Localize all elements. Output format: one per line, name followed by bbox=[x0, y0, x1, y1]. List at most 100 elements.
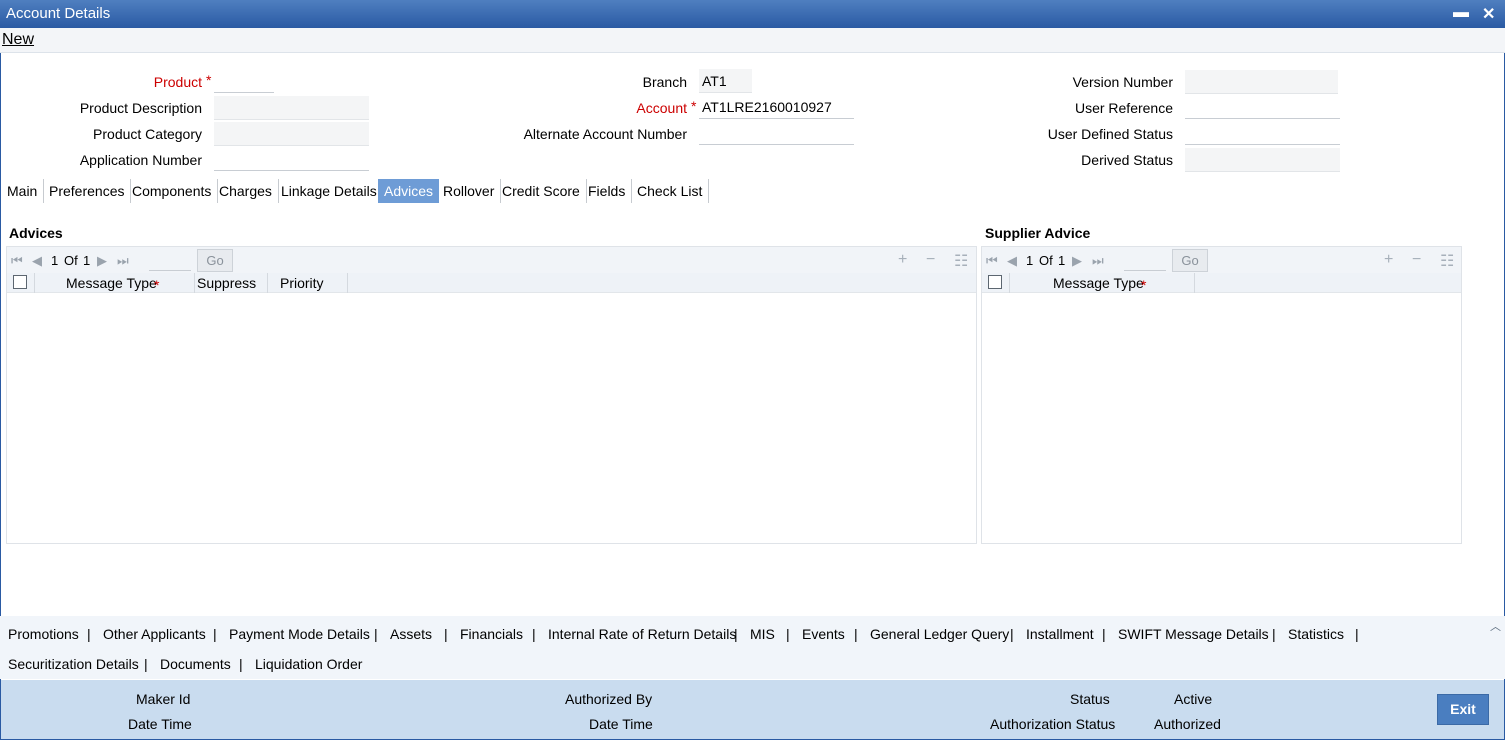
account-input[interactable] bbox=[699, 95, 854, 119]
tab-preferences[interactable]: Preferences bbox=[43, 179, 132, 203]
select-all-checkbox[interactable] bbox=[988, 275, 1002, 289]
link-assets[interactable]: Assets bbox=[390, 626, 432, 642]
close-icon[interactable]: ✕ bbox=[1482, 4, 1495, 24]
advices-section-title: Advices bbox=[9, 225, 63, 241]
product-input[interactable] bbox=[214, 69, 274, 93]
column-message-type[interactable]: Message Type bbox=[66, 275, 157, 291]
tab-main[interactable]: Main bbox=[1, 179, 45, 203]
current-page: 1 bbox=[51, 253, 59, 268]
tab-advices[interactable]: Advices bbox=[378, 179, 440, 203]
add-row-icon[interactable]: + bbox=[1384, 251, 1393, 269]
application-number-input[interactable] bbox=[214, 147, 369, 171]
column-divider bbox=[1009, 273, 1010, 293]
new-link[interactable]: New bbox=[2, 31, 34, 49]
alternate-account-number-label: Alternate Account Number bbox=[523, 126, 687, 142]
column-divider bbox=[267, 273, 268, 293]
authorization-status-label: Authorization Status bbox=[990, 716, 1116, 732]
product-required-mark: * bbox=[206, 72, 212, 88]
delete-row-icon[interactable]: − bbox=[926, 251, 935, 269]
link-separator: | bbox=[786, 626, 790, 642]
link-separator: | bbox=[213, 626, 217, 642]
column-suppress[interactable]: Suppress bbox=[197, 275, 256, 291]
link-documents[interactable]: Documents bbox=[160, 656, 231, 672]
tab-strip: Main Preferences Components Charges Link… bbox=[0, 179, 720, 204]
advices-grid-toolbar: ⏮ ◀ 1 Of 1 ▶ ⏭ Go + − ☷ bbox=[7, 247, 976, 273]
next-page-icon[interactable]: ▶ bbox=[97, 253, 107, 269]
link-general-ledger-query[interactable]: General Ledger Query bbox=[870, 626, 1009, 642]
supplier-advice-grid: ⏮ ◀ 1 Of 1 ▶ ⏭ Go + − ☷ Message Type * bbox=[981, 246, 1462, 544]
delete-row-icon[interactable]: − bbox=[1412, 251, 1421, 269]
total-pages: 1 bbox=[83, 253, 91, 268]
link-securitization-details[interactable]: Securitization Details bbox=[8, 656, 139, 672]
previous-page-icon[interactable]: ◀ bbox=[32, 253, 42, 269]
next-page-icon[interactable]: ▶ bbox=[1072, 253, 1082, 269]
page-number-input[interactable] bbox=[1124, 250, 1166, 271]
select-all-checkbox[interactable] bbox=[13, 275, 27, 289]
user-defined-status-input[interactable] bbox=[1185, 121, 1340, 145]
first-page-icon[interactable]: ⏮ bbox=[986, 253, 998, 269]
supplier-advice-grid-toolbar: ⏮ ◀ 1 Of 1 ▶ ⏭ Go + − ☷ bbox=[982, 247, 1461, 273]
alternate-account-number-input[interactable] bbox=[699, 121, 854, 145]
last-page-icon[interactable]: ⏭ bbox=[117, 253, 129, 269]
link-separator: | bbox=[239, 656, 243, 672]
product-category-label: Product Category bbox=[93, 126, 202, 142]
total-pages: 1 bbox=[1058, 253, 1066, 268]
go-button[interactable]: Go bbox=[1172, 249, 1208, 272]
version-number-label: Version Number bbox=[1072, 74, 1173, 90]
link-internal-rate-of-return-details[interactable]: Internal Rate of Return Details bbox=[548, 626, 736, 642]
column-message-type[interactable]: Message Type bbox=[1053, 275, 1144, 291]
link-installment[interactable]: Installment bbox=[1026, 626, 1094, 642]
link-separator: | bbox=[374, 626, 378, 642]
product-label: Product bbox=[153, 74, 202, 90]
add-row-icon[interactable]: + bbox=[898, 251, 907, 269]
user-reference-input[interactable] bbox=[1185, 95, 1340, 119]
link-promotions[interactable]: Promotions bbox=[8, 626, 79, 642]
last-page-icon[interactable]: ⏭ bbox=[1092, 253, 1104, 269]
link-separator: | bbox=[144, 656, 148, 672]
column-priority[interactable]: Priority bbox=[280, 275, 324, 291]
tab-credit-score[interactable]: Credit Score bbox=[496, 179, 587, 203]
message-type-required-mark: * bbox=[154, 277, 160, 293]
link-financials[interactable]: Financials bbox=[460, 626, 523, 642]
advices-grid: ⏮ ◀ 1 Of 1 ▶ ⏭ Go + − ☷ Message Type * S… bbox=[6, 246, 977, 544]
tab-linkage-details[interactable]: Linkage Details bbox=[275, 179, 384, 203]
maker-date-time-label: Date Time bbox=[128, 716, 192, 732]
column-divider bbox=[347, 273, 348, 293]
link-other-applicants[interactable]: Other Applicants bbox=[103, 626, 206, 642]
link-swift-message-details[interactable]: SWIFT Message Details bbox=[1118, 626, 1269, 642]
page-of-label: Of bbox=[1039, 253, 1053, 268]
link-payment-mode-details[interactable]: Payment Mode Details bbox=[229, 626, 370, 642]
link-statistics[interactable]: Statistics bbox=[1288, 626, 1344, 642]
link-liquidation-order[interactable]: Liquidation Order bbox=[255, 656, 362, 672]
exit-button[interactable]: Exit bbox=[1437, 694, 1489, 725]
tab-components[interactable]: Components bbox=[126, 179, 219, 203]
subsystem-links-bar: ︿ Promotions | Other Applicants | Paymen… bbox=[0, 616, 1505, 679]
tab-fields[interactable]: Fields bbox=[582, 179, 633, 203]
tab-rollover[interactable]: Rollover bbox=[437, 179, 502, 203]
authorization-status-value: Authorized bbox=[1154, 716, 1221, 732]
first-page-icon[interactable]: ⏮ bbox=[11, 253, 23, 269]
current-page: 1 bbox=[1026, 253, 1034, 268]
supplier-advice-section-title: Supplier Advice bbox=[985, 225, 1091, 241]
user-reference-label: User Reference bbox=[1074, 100, 1173, 116]
user-defined-status-label: User Defined Status bbox=[1047, 126, 1173, 142]
link-separator: | bbox=[532, 626, 536, 642]
product-description-label: Product Description bbox=[79, 100, 202, 116]
tab-check-list[interactable]: Check List bbox=[631, 179, 710, 203]
link-separator: | bbox=[1010, 626, 1014, 642]
previous-page-icon[interactable]: ◀ bbox=[1007, 253, 1017, 269]
application-number-label: Application Number bbox=[79, 152, 202, 168]
collapse-icon[interactable]: ︿ bbox=[1490, 618, 1501, 634]
go-button[interactable]: Go bbox=[197, 249, 233, 272]
branch-label: Branch bbox=[642, 74, 687, 90]
single-view-icon[interactable]: ☷ bbox=[1440, 251, 1454, 271]
link-separator: | bbox=[87, 626, 91, 642]
link-mis[interactable]: MIS bbox=[750, 626, 775, 642]
single-view-icon[interactable]: ☷ bbox=[954, 251, 968, 271]
maker-id-label: Maker Id bbox=[136, 691, 191, 707]
page-number-input[interactable] bbox=[149, 250, 191, 271]
account-label: Account bbox=[636, 100, 687, 116]
tab-charges[interactable]: Charges bbox=[213, 179, 279, 203]
minimize-icon[interactable]: ▬ bbox=[1453, 4, 1469, 22]
link-events[interactable]: Events bbox=[802, 626, 845, 642]
